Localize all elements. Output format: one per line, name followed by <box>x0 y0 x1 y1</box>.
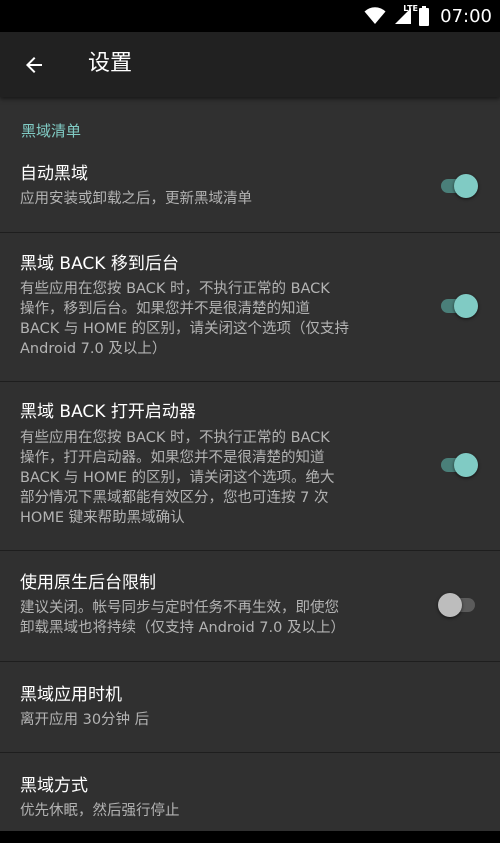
pref-auto-blackhole[interactable]: 自动黑域 应用安装或卸载之后，更新黑域清单 <box>0 155 500 232</box>
pref-summary: 有些应用在您按 BACK 时，不执行正常的 BACK 操作，打开启动器。如果您并… <box>20 430 335 526</box>
pref-summary: 建议关闭。帐号同步与定时任务不再生效，即使您 卸载黑域也将持续（仅支持 Andr… <box>20 600 345 636</box>
battery-icon <box>419 6 430 26</box>
toggle-switch[interactable] <box>438 453 478 477</box>
pref-summary: 有些应用在您按 BACK 时，不执行正常的 BACK 操作，移到后台。如果您并不… <box>20 281 350 357</box>
status-icons: 07:00 <box>364 4 492 28</box>
pref-title: 黑域方式 <box>20 776 88 796</box>
pref-title: 黑域应用时机 <box>20 685 122 705</box>
status-bar: 07:00 LTE <box>0 0 500 32</box>
settings-list: 黑域清单 自动黑域 应用安装或卸载之后，更新黑域清单 黑域 BACK 移到后台 … <box>0 97 500 831</box>
pref-title: 黑域 BACK 打开启动器 <box>20 402 196 422</box>
switch-thumb <box>454 294 478 318</box>
toggle-switch[interactable] <box>438 174 478 198</box>
pref-back-open-launcher[interactable]: 黑域 BACK 打开启动器 有些应用在您按 BACK 时，不执行正常的 BACK… <box>0 382 500 550</box>
switch-thumb <box>438 593 462 617</box>
pref-native-background-limit[interactable]: 使用原生后台限制 建议关闭。帐号同步与定时任务不再生效，即使您 卸载黑域也将持续… <box>0 551 500 661</box>
pref-title: 黑域 BACK 移到后台 <box>20 254 179 274</box>
pref-summary: 离开应用 30分钟 后 <box>20 712 150 728</box>
switch-thumb <box>454 453 478 477</box>
pref-title: 使用原生后台限制 <box>20 573 156 593</box>
app-bar: 设置 <box>0 32 500 97</box>
section-header: 黑域清单 <box>21 122 82 140</box>
arrow-back-icon <box>26 57 42 73</box>
pref-summary: 应用安装或卸载之后，更新黑域清单 <box>20 191 252 207</box>
pref-title: 自动黑域 <box>20 164 88 184</box>
status-time: 07:00 <box>440 5 492 27</box>
page-title: 设置 <box>88 51 133 76</box>
navigation-bar <box>0 831 500 843</box>
toggle-switch[interactable] <box>438 294 478 318</box>
wifi-icon <box>364 7 386 24</box>
pref-back-to-background[interactable]: 黑域 BACK 移到后台 有些应用在您按 BACK 时，不执行正常的 BACK … <box>0 233 500 381</box>
switch-thumb <box>454 174 478 198</box>
back-button[interactable] <box>14 45 54 85</box>
lte-label: LTE <box>403 4 418 13</box>
pref-blackhole-method[interactable]: 黑域方式 优先休眠，然后强行停止 <box>0 753 500 831</box>
pref-summary: 优先休眠，然后强行停止 <box>20 803 180 819</box>
pref-apply-timing[interactable]: 黑域应用时机 离开应用 30分钟 后 <box>0 662 500 752</box>
toggle-switch[interactable] <box>438 593 478 617</box>
